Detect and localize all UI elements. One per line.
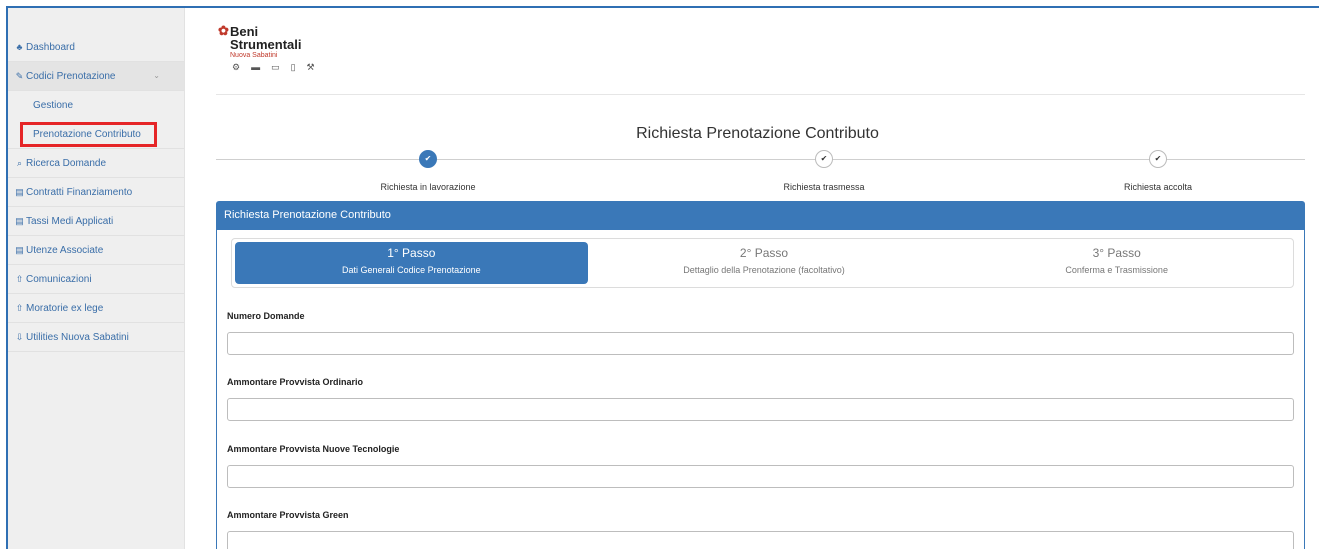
- search-icon: ⌕: [16, 157, 23, 168]
- tab-title: 2° Passo: [739, 246, 789, 260]
- tab-step-1[interactable]: 1° Passo Dati Generali Codice Prenotazio…: [235, 242, 588, 284]
- page-title: Richiesta Prenotazione Contributo: [636, 125, 879, 142]
- sidebar-item-dashboard[interactable]: ♣ Dashboard: [8, 33, 184, 62]
- field-label: Ammontare Provvista Green: [227, 510, 349, 520]
- document-icon: ▤: [15, 215, 24, 226]
- step-2-check-icon: ✔: [815, 150, 833, 168]
- wrench-icon: ✎: [15, 70, 24, 81]
- sidebar-item-label: Ricerca Domande: [26, 157, 107, 169]
- provvista-ordinario-input[interactable]: [227, 398, 1294, 421]
- document-icon: ▤: [15, 186, 24, 197]
- sidebar-item-codici-prenotazione[interactable]: ✎ Codici Prenotazione ⌄: [8, 62, 184, 91]
- sidebar-item-moratorie-ex-lege[interactable]: ⇧ Moratorie ex lege: [8, 294, 184, 323]
- app-frame: ♣ Dashboard ✎ Codici Prenotazione ⌄ Gest…: [6, 6, 1319, 549]
- sidebar-item-label: Comunicazioni: [26, 273, 92, 285]
- field-numero-domande: Numero Domande: [227, 311, 1294, 355]
- tab-step-2[interactable]: 2° Passo Dettaglio della Prenotazione (f…: [588, 239, 941, 287]
- sidebar-subitem-label: Gestione: [33, 100, 74, 111]
- step-3-label: Richiesta accolta: [1123, 182, 1193, 192]
- sidebar-item-label: Moratorie ex lege: [26, 302, 104, 314]
- sidebar-item-label: Contratti Finanziamento: [26, 186, 133, 198]
- step-1-label: Richiesta in lavorazione: [380, 182, 476, 192]
- field-provvista-ordinario: Ammontare Provvista Ordinario: [227, 377, 1294, 421]
- tab-title: 3° Passo: [1092, 246, 1141, 260]
- tab-subtitle: Dettaglio della Prenotazione (facoltativ…: [683, 265, 845, 275]
- panel-body: 1° Passo Dati Generali Codice Prenotazio…: [216, 230, 1305, 549]
- step-1-check-icon: ✔: [419, 150, 437, 168]
- dashboard-icon: ♣: [16, 42, 23, 52]
- sidebar-item-label: Utenze Associate: [26, 244, 104, 256]
- highlight-annotation: [20, 122, 157, 147]
- tab-step-3[interactable]: 3° Passo Conferma e Trasmissione: [940, 239, 1293, 287]
- sidebar-item-label: Tassi Medi Applicati: [26, 215, 114, 227]
- step-3-check-icon: ✔: [1149, 150, 1167, 168]
- numero-domande-input[interactable]: [227, 332, 1294, 355]
- panel-header: Richiesta Prenotazione Contributo: [216, 201, 1305, 230]
- download-icon: ⇩: [15, 331, 24, 342]
- document-icon: ▤: [15, 244, 24, 255]
- logo-line-3: Nuova Sabatini: [230, 52, 278, 59]
- sidebar-subitem-prenotazione-contributo[interactable]: Prenotazione Contributo: [8, 120, 184, 149]
- field-label: Ammontare Provvista Nuove Tecnologie: [227, 444, 400, 454]
- wizard-tabs: 1° Passo Dati Generali Codice Prenotazio…: [231, 238, 1294, 288]
- field-label: Ammontare Provvista Ordinario: [227, 377, 364, 387]
- field-provvista-green: Ammontare Provvista Green: [227, 510, 1294, 549]
- upload-icon: ⇧: [15, 302, 24, 313]
- tab-subtitle: Dati Generali Codice Prenotazione: [342, 265, 481, 275]
- machinery-icons: ⚙▬▭▯⚒: [232, 62, 326, 72]
- sidebar-item-comunicazioni[interactable]: ⇧ Comunicazioni: [8, 265, 184, 294]
- field-provvista-nuove-tecnologie: Ammontare Provvista Nuove Tecnologie: [227, 444, 1294, 488]
- chevron-down-icon[interactable]: ⌄: [153, 71, 160, 80]
- tab-title: 1° Passo: [387, 246, 436, 260]
- logo-line-2: Strumentali: [230, 37, 302, 52]
- sidebar: ♣ Dashboard ✎ Codici Prenotazione ⌄ Gest…: [8, 8, 185, 549]
- upload-icon: ⇧: [15, 273, 24, 284]
- sidebar-item-contratti-finanziamento[interactable]: ▤ Contratti Finanziamento: [8, 178, 184, 207]
- provvista-green-input[interactable]: [227, 531, 1294, 549]
- sidebar-item-label: Codici Prenotazione: [26, 70, 116, 82]
- divider: [216, 94, 1305, 95]
- sidebar-item-ricerca-domande[interactable]: ⌕ Ricerca Domande: [8, 149, 184, 178]
- sidebar-item-label: Utilities Nuova Sabatini: [26, 331, 129, 343]
- provvista-nuove-tecnologie-input[interactable]: [227, 465, 1294, 488]
- sidebar-item-utenze-associate[interactable]: ▤ Utenze Associate: [8, 236, 184, 265]
- main-content: ✿ Beni Strumentali Nuova Sabatini ⚙▬▭▯⚒ …: [186, 8, 1319, 549]
- sidebar-item-tassi-medi-applicati[interactable]: ▤ Tassi Medi Applicati: [8, 207, 184, 236]
- step-2-label: Richiesta trasmessa: [783, 182, 865, 192]
- sidebar-item-label: Dashboard: [26, 41, 75, 53]
- sidebar-item-utilities-nuova-sabatini[interactable]: ⇩ Utilities Nuova Sabatini: [8, 323, 184, 352]
- sidebar-subitem-gestione[interactable]: Gestione: [8, 91, 184, 120]
- gear-logo-icon: ✿: [218, 23, 229, 38]
- progress-line: [216, 159, 1305, 160]
- field-label: Numero Domande: [227, 311, 305, 321]
- tab-subtitle: Conferma e Trasmissione: [1065, 265, 1168, 275]
